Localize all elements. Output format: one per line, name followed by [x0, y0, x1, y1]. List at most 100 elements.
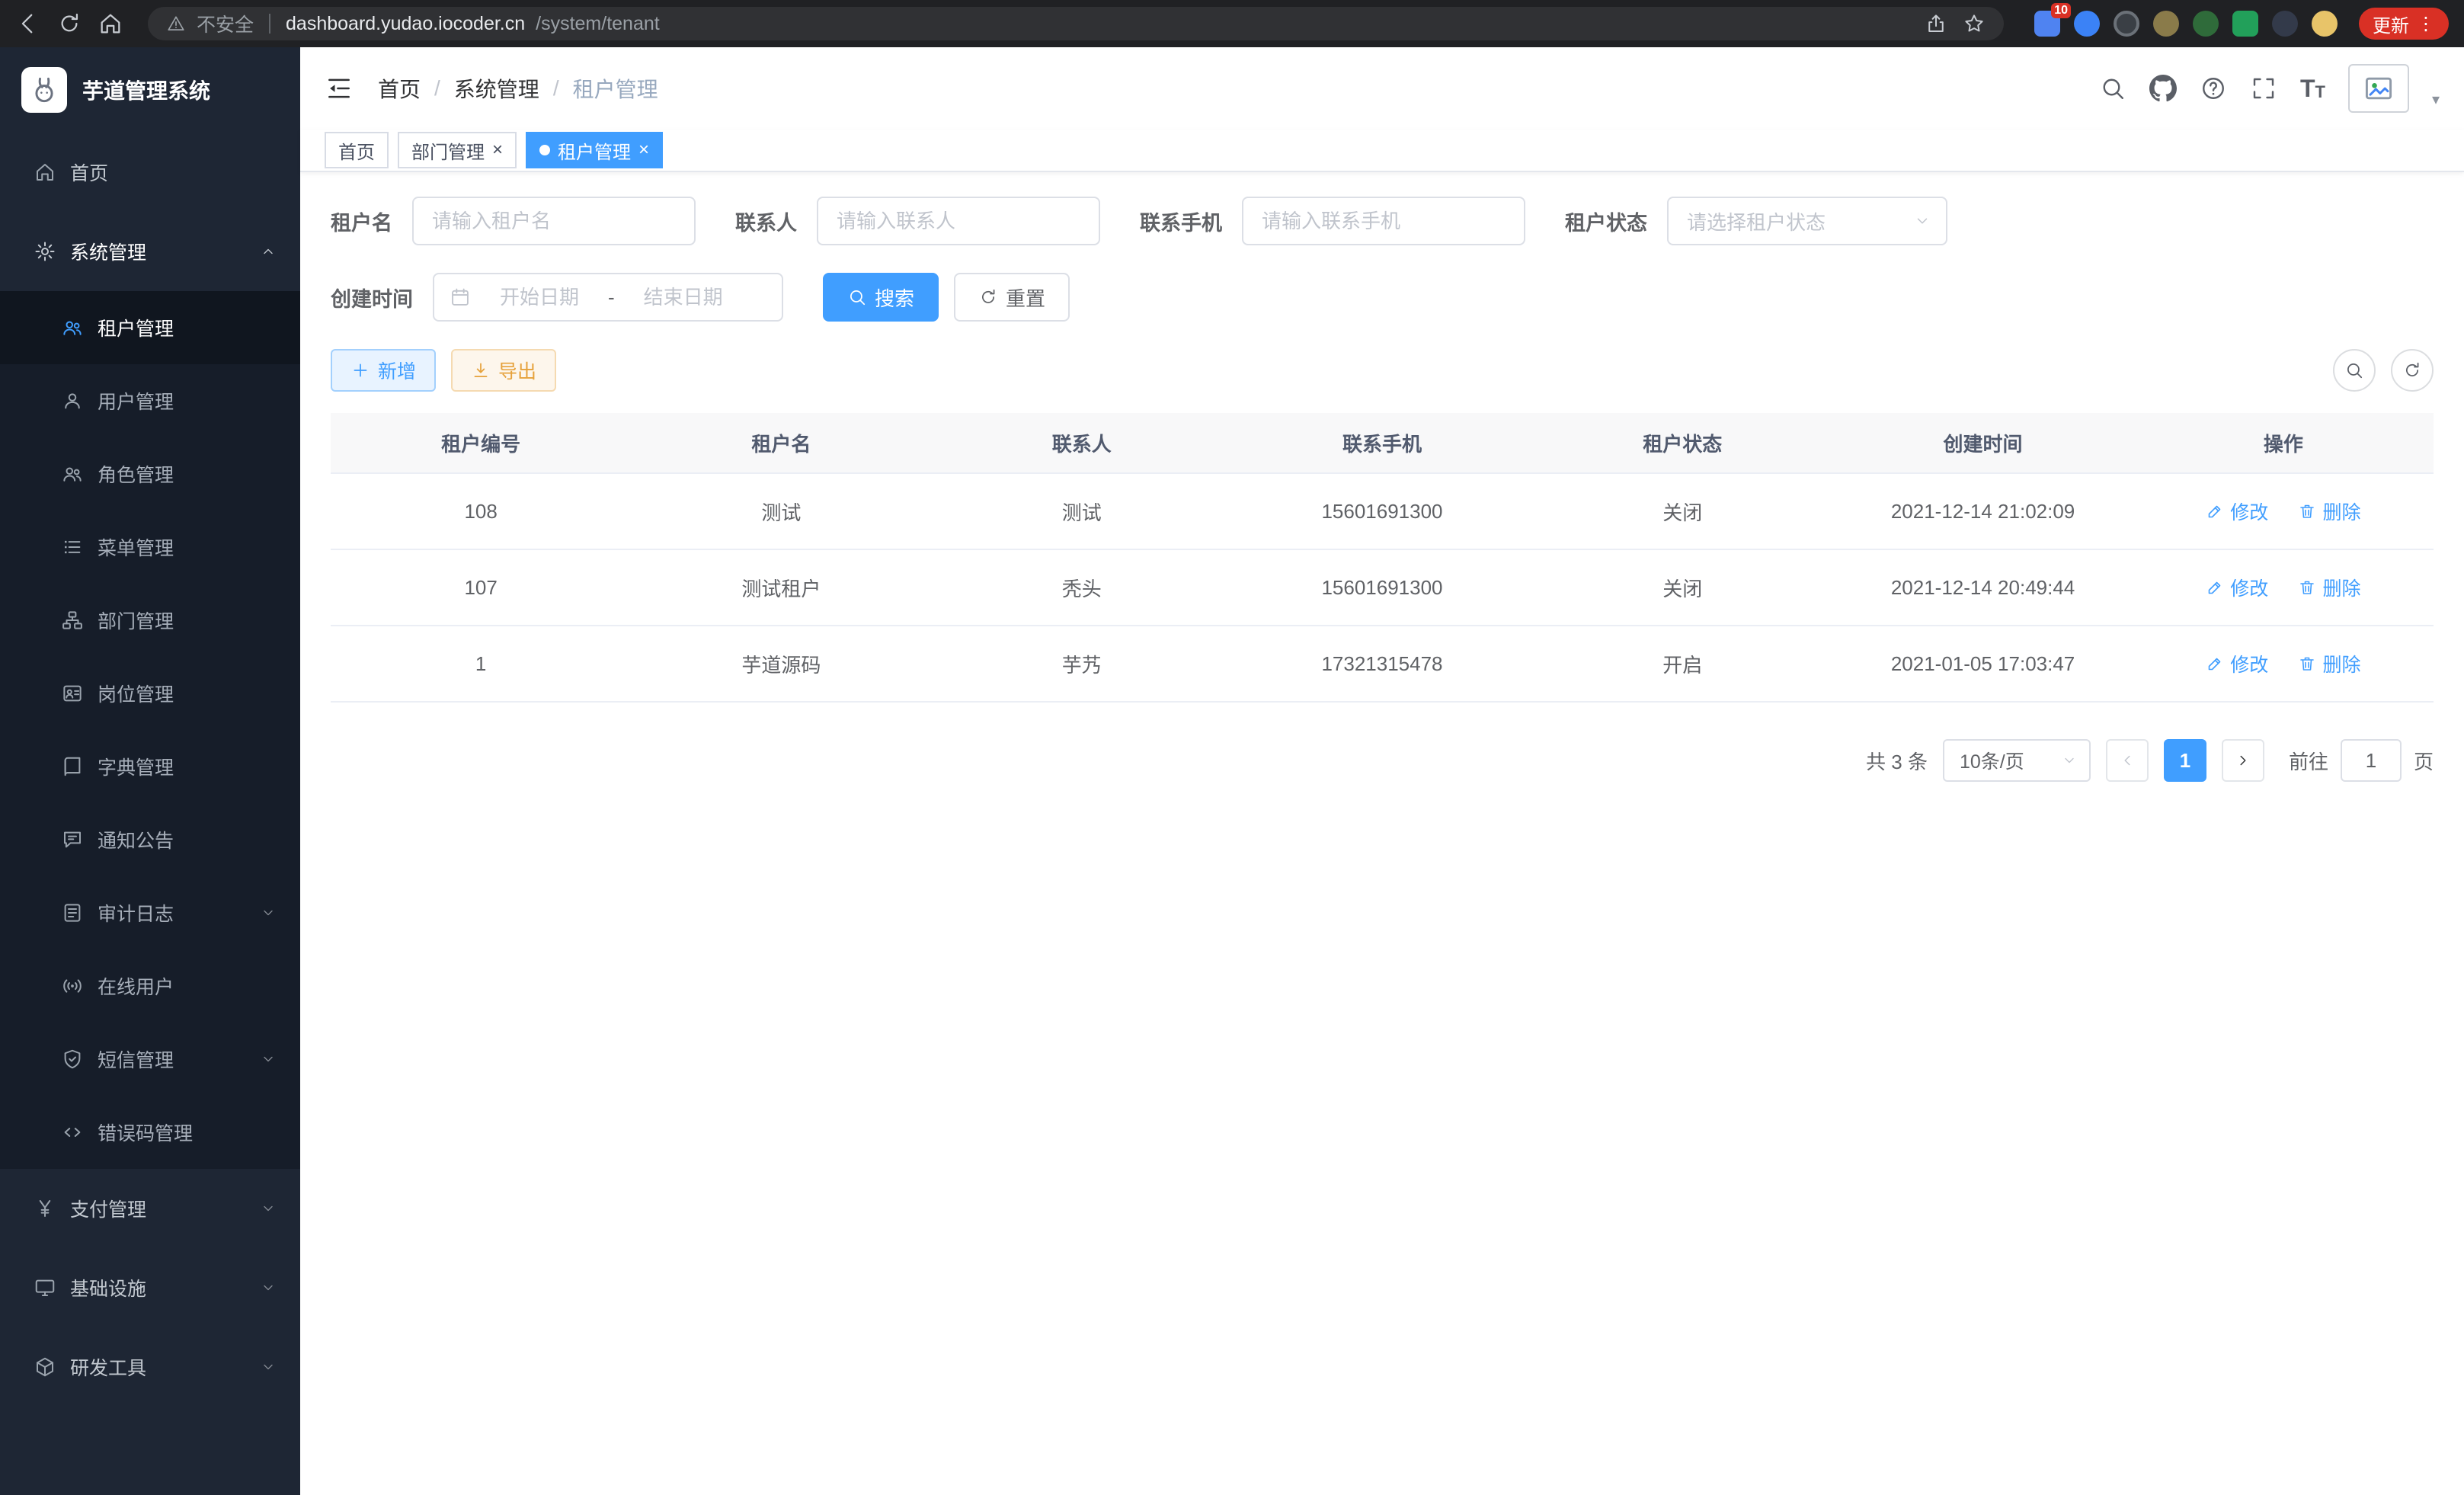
column-header: 租户编号 [331, 413, 631, 473]
sidebar-item-depts[interactable]: 部门管理 [0, 584, 300, 657]
breadcrumb-system[interactable]: 系统管理 [454, 73, 539, 104]
list-icon [61, 536, 84, 559]
search-icon[interactable] [2099, 75, 2126, 102]
refresh-table-button[interactable] [2391, 349, 2434, 392]
breadcrumb-home[interactable]: 首页 [378, 73, 421, 104]
reset-button[interactable]: 重置 [954, 273, 1070, 322]
next-page-button[interactable] [2222, 739, 2264, 782]
export-button[interactable]: 导出 [451, 349, 556, 392]
sidebar-item-users[interactable]: 用户管理 [0, 364, 300, 437]
close-icon[interactable]: × [492, 141, 503, 159]
rabbit-logo-icon [27, 73, 61, 107]
extension-icon[interactable] [2232, 11, 2258, 37]
goto-page-input[interactable] [2341, 739, 2402, 782]
extension-icon[interactable] [2193, 11, 2219, 37]
extension-icon[interactable]: 10 [2034, 11, 2060, 37]
tag-tenant[interactable]: 租户管理 × [526, 132, 663, 168]
edit-link[interactable]: 修改 [2206, 650, 2268, 677]
extension-icon[interactable] [2153, 11, 2179, 37]
share-icon[interactable] [1925, 12, 1947, 35]
search-button[interactable]: 搜索 [823, 273, 939, 322]
edit-link[interactable]: 修改 [2206, 498, 2268, 525]
cell-created: 2021-12-14 21:02:09 [1832, 473, 2133, 549]
table-row: 1 芋道源码 芋艿 17321315478 开启 2021-01-05 17:0… [331, 626, 2434, 702]
sidebar-item-notice[interactable]: 通知公告 [0, 803, 300, 876]
chevron-up-icon [261, 244, 276, 259]
refresh-icon [978, 287, 998, 307]
sidebar-item-roles[interactable]: 角色管理 [0, 437, 300, 511]
contact-input[interactable] [817, 197, 1100, 245]
delete-link[interactable]: 删除 [2298, 574, 2360, 601]
top-navbar: 首页 / 系统管理 / 租户管理 TT ▾ [300, 47, 2464, 130]
filter-row-2: 创建时间 - 搜索 重置 [331, 273, 2434, 322]
cell-actions: 修改 删除 [2133, 473, 2434, 549]
user-icon [61, 389, 84, 412]
add-button[interactable]: 新增 [331, 349, 436, 392]
tag-home[interactable]: 首页 [325, 132, 389, 168]
filter-phone: 联系手机 [1140, 197, 1525, 245]
status-select[interactable]: 请选择租户状态 [1667, 197, 1947, 245]
font-size-icon[interactable]: TT [2300, 76, 2325, 101]
org-tree-icon [61, 609, 84, 632]
sidebar-item-payment[interactable]: 支付管理 [0, 1169, 300, 1248]
app-logo-row[interactable]: 芋道管理系统 [0, 47, 300, 133]
sidebar-item-home[interactable]: 首页 [0, 133, 300, 212]
chrome-update-button[interactable]: 更新 ⋮ [2359, 8, 2449, 40]
end-date-input[interactable] [624, 284, 743, 311]
app-logo [21, 67, 67, 113]
extension-icon[interactable] [2114, 11, 2139, 37]
sidebar-item-online-users[interactable]: 在线用户 [0, 949, 300, 1023]
back-icon[interactable] [15, 11, 41, 37]
extensions-area: 10 [2034, 11, 2338, 37]
sidebar-fold-icon[interactable] [325, 74, 354, 103]
sidebar-item-tenant[interactable]: 租户管理 [0, 291, 300, 364]
sidebar-item-menus[interactable]: 菜单管理 [0, 511, 300, 584]
user-avatar[interactable] [2348, 64, 2409, 113]
sidebar-item-error-codes[interactable]: 错误码管理 [0, 1096, 300, 1169]
sidebar-item-infra[interactable]: 基础设施 [0, 1248, 300, 1327]
table-row: 107 测试租户 秃头 15601691300 关闭 2021-12-14 20… [331, 549, 2434, 626]
close-icon[interactable]: × [638, 141, 649, 159]
start-date-input[interactable] [480, 284, 599, 311]
sidebar-item-sms[interactable]: 短信管理 [0, 1023, 300, 1096]
button-label: 新增 [378, 357, 416, 384]
page-number-current[interactable]: 1 [2164, 739, 2206, 782]
button-label: 搜索 [875, 283, 914, 312]
breadcrumb-separator: / [553, 76, 559, 101]
sidebar-item-posts[interactable]: 岗位管理 [0, 657, 300, 730]
delete-link[interactable]: 删除 [2298, 498, 2360, 525]
page-size-select[interactable]: 10条/页 [1943, 739, 2091, 782]
extension-icon[interactable] [2074, 11, 2100, 37]
delete-link[interactable]: 删除 [2298, 650, 2360, 677]
address-bar[interactable]: 不安全 dashboard.yudao.iocoder.cn/system/te… [148, 7, 2004, 40]
toggle-search-button[interactable] [2333, 349, 2376, 392]
home-icon [34, 161, 56, 184]
github-icon[interactable] [2149, 75, 2177, 102]
prev-page-button[interactable] [2106, 739, 2149, 782]
tag-dept[interactable]: 部门管理 × [398, 132, 517, 168]
phone-input[interactable] [1242, 197, 1525, 245]
sidebar-item-system[interactable]: 系统管理 [0, 212, 300, 291]
cell-contact: 芋艿 [932, 626, 1232, 702]
chrome-menu-icon[interactable]: ⋮ [2417, 13, 2435, 35]
help-icon[interactable] [2200, 75, 2227, 102]
cell-status: 关闭 [1532, 549, 1832, 626]
sidebar-item-label: 审计日志 [98, 899, 174, 927]
sidebar-item-dict[interactable]: 字典管理 [0, 730, 300, 803]
breadcrumb: 首页 / 系统管理 / 租户管理 [378, 73, 658, 104]
home-icon[interactable] [98, 11, 123, 37]
sidebar-item-devtools[interactable]: 研发工具 [0, 1327, 300, 1407]
sidebar-item-audit-log[interactable]: 审计日志 [0, 876, 300, 949]
edit-link[interactable]: 修改 [2206, 574, 2268, 601]
fullscreen-icon[interactable] [2250, 75, 2277, 102]
avatar-caret-icon[interactable]: ▾ [2432, 90, 2440, 109]
bookmark-star-icon[interactable] [1963, 12, 1986, 35]
reload-icon[interactable] [56, 11, 82, 37]
users-icon [61, 463, 84, 485]
extension-icon[interactable] [2272, 11, 2298, 37]
page-size-value: 10条/页 [1960, 747, 2062, 774]
tenant-name-input[interactable] [412, 197, 696, 245]
edit-icon [2206, 578, 2224, 597]
profile-avatar-icon[interactable] [2312, 11, 2338, 37]
date-range-picker[interactable]: - [433, 273, 783, 322]
